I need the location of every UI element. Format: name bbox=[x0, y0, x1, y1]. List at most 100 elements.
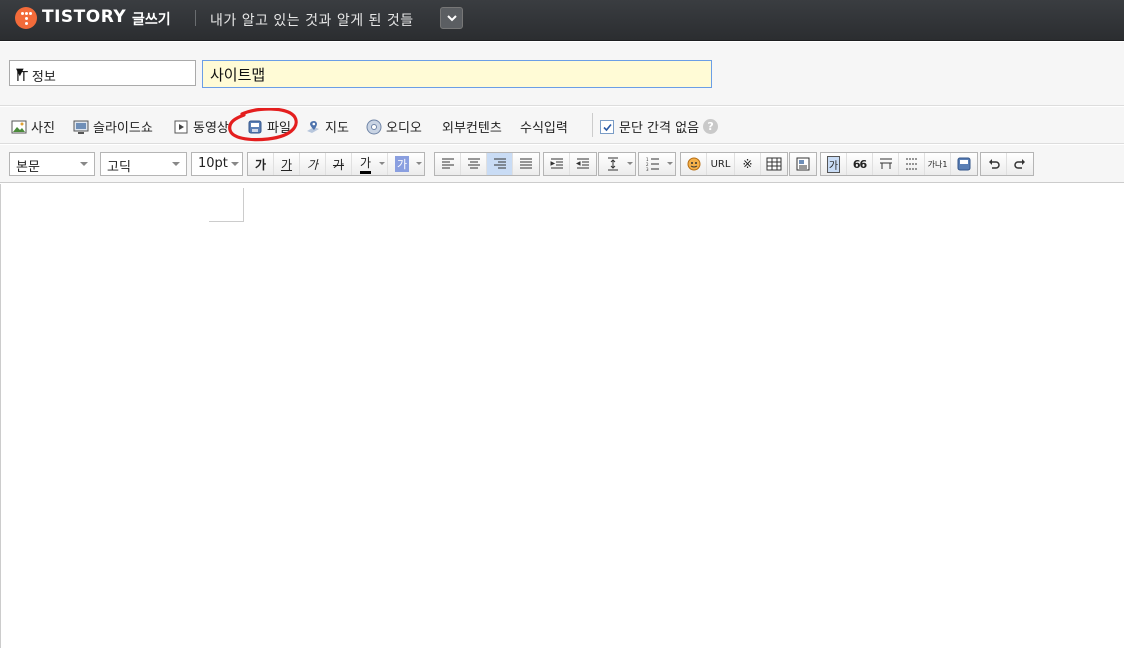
bold-button[interactable]: 가 bbox=[248, 153, 274, 175]
italic-button[interactable]: 가 bbox=[300, 153, 326, 175]
map-pin-icon bbox=[305, 119, 321, 135]
template-button[interactable] bbox=[790, 153, 816, 175]
photo-icon bbox=[11, 119, 27, 135]
insert-audio-button[interactable]: 오디오 bbox=[366, 117, 422, 136]
underline-button[interactable]: 가 bbox=[274, 153, 300, 175]
insert-map-button[interactable]: 지도 bbox=[305, 117, 349, 136]
floppy-icon bbox=[957, 157, 971, 171]
numbered-list-icon: 123 bbox=[646, 157, 659, 171]
formula-label: 수식입력 bbox=[520, 121, 568, 136]
insert-file-button[interactable]: 파일 bbox=[247, 117, 291, 136]
special-char-button[interactable]: ※ bbox=[735, 153, 761, 175]
align-right-icon bbox=[493, 158, 506, 169]
redo-button[interactable] bbox=[1007, 153, 1033, 175]
font-size-select[interactable]: 10pt bbox=[191, 152, 243, 176]
editor-content-area[interactable] bbox=[0, 184, 1124, 648]
insert-photo-button[interactable]: 사진 bbox=[11, 117, 55, 136]
strikethrough-button[interactable]: 가 bbox=[326, 153, 352, 175]
smiley-icon bbox=[687, 157, 700, 171]
audio-disc-icon bbox=[366, 119, 382, 135]
file-disk-icon bbox=[247, 119, 263, 135]
outdent-button[interactable] bbox=[570, 153, 596, 175]
redo-icon bbox=[1014, 159, 1025, 169]
divider-icon bbox=[879, 158, 892, 169]
checkmark-icon bbox=[603, 123, 612, 131]
file-label: 파일 bbox=[267, 121, 291, 136]
blog-select-dropdown-button[interactable] bbox=[440, 7, 463, 29]
help-question-icon[interactable]: ? bbox=[703, 119, 719, 134]
template-icon bbox=[796, 157, 810, 171]
indent-group bbox=[543, 152, 597, 176]
editor-cursor-marker bbox=[209, 188, 244, 222]
quote-button[interactable]: 66 bbox=[847, 153, 873, 175]
svg-text:3: 3 bbox=[646, 167, 649, 171]
horizontal-rule-button[interactable] bbox=[873, 153, 899, 175]
font-family-value: 고딕 bbox=[107, 160, 131, 175]
text-style-group: 가 가 가 가 가 가 bbox=[247, 152, 425, 176]
alignment-group bbox=[434, 152, 540, 176]
undo-button[interactable] bbox=[981, 153, 1007, 175]
chevron-down-icon bbox=[447, 15, 457, 22]
insert-external-content-button[interactable]: 외부컨텐츠 bbox=[442, 117, 502, 136]
indent-button[interactable] bbox=[544, 153, 570, 175]
blog-title[interactable]: 내가 알고 있는 것과 알게 된 것들 bbox=[210, 10, 414, 30]
no-paragraph-spacing-checkbox[interactable] bbox=[600, 119, 614, 134]
attachment-toolbar: 사진 슬라이드쇼 동영상 파일 지도 오디오 외부컨텐츠 수식입력 문단 간격 … bbox=[0, 107, 1124, 144]
top-bar: TISTORY 글쓰기 내가 알고 있는 것과 알게 된 것들 bbox=[0, 0, 1124, 41]
align-left-button[interactable] bbox=[435, 153, 461, 175]
external-content-label: 외부컨텐츠 bbox=[442, 121, 502, 136]
brand-logo-text[interactable]: TISTORY bbox=[42, 7, 126, 27]
more-lines-icon bbox=[905, 158, 918, 170]
indent-icon bbox=[550, 158, 563, 169]
section-title: 글쓰기 bbox=[132, 12, 171, 28]
table-button[interactable] bbox=[761, 153, 787, 175]
undo-icon bbox=[988, 159, 1000, 169]
list-button[interactable]: 123 bbox=[639, 153, 675, 175]
align-center-icon bbox=[467, 158, 480, 169]
font-family-select[interactable]: 고딕 bbox=[100, 152, 187, 176]
map-label: 지도 bbox=[325, 121, 349, 136]
photo-label: 사진 bbox=[31, 121, 55, 136]
tistory-logo-icon[interactable] bbox=[15, 7, 37, 29]
align-justify-icon bbox=[520, 158, 532, 169]
slideshow-label: 슬라이드쇼 bbox=[93, 121, 153, 136]
audio-label: 오디오 bbox=[386, 121, 422, 136]
align-right-button[interactable] bbox=[487, 153, 513, 175]
outdent-icon bbox=[576, 158, 589, 169]
slideshow-icon bbox=[73, 119, 89, 135]
text-color-button[interactable]: 가 bbox=[352, 153, 388, 175]
category-select[interactable]: IT 정보 ▼ bbox=[9, 60, 196, 86]
insert-group: URL ※ bbox=[680, 152, 788, 176]
post-title-area: IT 정보 ▼ bbox=[0, 42, 1124, 106]
save-draft-button[interactable] bbox=[951, 153, 977, 175]
align-justify-button[interactable] bbox=[513, 153, 539, 175]
template-group bbox=[789, 152, 817, 176]
paragraph-style-select[interactable]: 본문 bbox=[9, 152, 95, 176]
align-center-button[interactable] bbox=[461, 153, 487, 175]
block-group: 가 66 가나1 bbox=[820, 152, 978, 176]
list-group: 123 bbox=[638, 152, 676, 176]
no-paragraph-spacing-toggle[interactable]: 문단 간격 없음 ? bbox=[600, 117, 719, 136]
background-color-button[interactable]: 가 bbox=[388, 153, 424, 175]
insert-formula-button[interactable]: 수식입력 bbox=[520, 117, 568, 136]
no-paragraph-spacing-label: 문단 간격 없음 bbox=[619, 121, 700, 136]
video-label: 동영상 bbox=[193, 121, 229, 136]
align-left-icon bbox=[441, 158, 454, 169]
line-height-group bbox=[598, 152, 636, 176]
header-divider bbox=[195, 10, 196, 26]
link-url-button[interactable]: URL bbox=[707, 153, 735, 175]
insert-slideshow-button[interactable]: 슬라이드쇼 bbox=[73, 117, 153, 136]
toolbar-divider bbox=[592, 113, 593, 137]
post-title-input[interactable] bbox=[202, 60, 712, 88]
superscript-button[interactable]: 가나1 bbox=[925, 153, 951, 175]
insert-video-button[interactable]: 동영상 bbox=[173, 117, 229, 136]
more-content-button[interactable] bbox=[899, 153, 925, 175]
video-play-icon bbox=[173, 119, 189, 135]
table-icon bbox=[766, 157, 782, 171]
line-height-button[interactable] bbox=[599, 153, 635, 175]
format-toolbar: 본문 고딕 10pt 가 가 가 가 가 가 123 URL ※ 가 66 가나… bbox=[0, 145, 1124, 183]
emoticon-button[interactable] bbox=[681, 153, 707, 175]
paragraph-style-value: 본문 bbox=[16, 160, 40, 175]
dropdown-arrow-icon: ▼ bbox=[16, 67, 24, 78]
text-box-button[interactable]: 가 bbox=[821, 153, 847, 175]
